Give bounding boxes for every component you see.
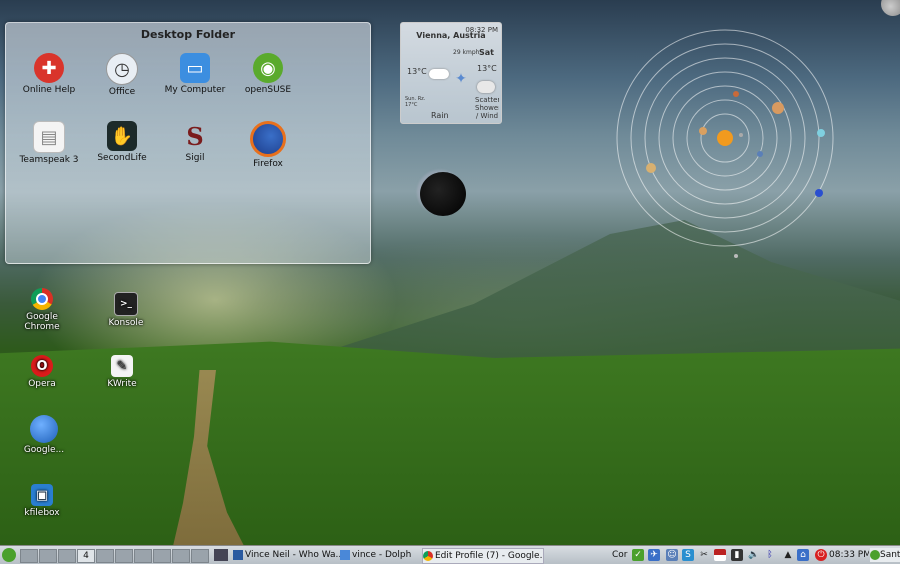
pager-desktop-6[interactable] (115, 549, 133, 563)
weather-sun-info: Sun. Rz. 17°C (405, 96, 426, 108)
pager-desktop-2[interactable] (39, 549, 57, 563)
monitor-icon: ▭ (180, 53, 210, 83)
desktop-icon-konsole[interactable]: >_ Konsole (102, 292, 150, 328)
box-icon: ▣ (31, 484, 53, 506)
desktop-icon-opera[interactable]: O Opera (18, 355, 66, 389)
planet-saturn (646, 163, 656, 173)
rain-cloud-icon (477, 81, 495, 93)
us-flag-icon[interactable] (714, 549, 726, 561)
weather-wind-speed: 29 kmph (453, 49, 480, 56)
weather-city: Vienna, Austria (416, 31, 486, 40)
desktop-folder-widget[interactable]: Desktop Folder ✚ Online Help ◷ Office ▭ … (5, 22, 371, 264)
terminal-icon: >_ (114, 292, 138, 316)
sun-icon (717, 130, 733, 146)
network-icon[interactable]: ✈ (648, 549, 660, 561)
pager-desktop-10[interactable] (191, 549, 209, 563)
firefox-icon (250, 121, 286, 157)
weather-rain-label: Rain (431, 111, 449, 120)
folder-icon-secondlife[interactable]: ✋ SecondLife (84, 121, 160, 163)
task-vince-neil[interactable]: Vince Neil - Who Wa... (233, 548, 345, 562)
pager-desktop-5[interactable] (96, 549, 114, 563)
planet-venus (699, 127, 707, 135)
sigil-icon: S (186, 121, 204, 151)
planet-pluto (734, 254, 738, 258)
clipboard-icon[interactable]: ▮ (731, 549, 743, 561)
planet-earth (757, 151, 763, 157)
folder-icon-opensuse[interactable]: ◉ openSUSE (230, 53, 306, 95)
planet-mercury (739, 133, 743, 137)
weather-temp-forecast: 13°C (477, 64, 497, 73)
folder-icon-firefox[interactable]: Firefox (230, 121, 306, 169)
chrome-icon (31, 288, 53, 310)
pen-icon: ✎ (111, 355, 133, 377)
pager-desktop-9[interactable] (172, 549, 190, 563)
lock-icon[interactable]: ⌂ (797, 549, 809, 561)
chrome-small-icon (423, 550, 433, 561)
skype-icon[interactable]: S (682, 549, 694, 561)
solar-system-widget[interactable] (606, 20, 846, 260)
clock-icon: ◷ (106, 53, 138, 85)
lifebuoy-icon: ✚ (34, 53, 64, 83)
user-icon[interactable]: ☺ (666, 549, 678, 561)
cloud-icon (429, 69, 449, 79)
moon-widget[interactable] (420, 172, 466, 216)
pager-desktop-current[interactable]: 4 (77, 549, 95, 563)
weather-temp-current: 13°C (407, 67, 427, 76)
planet-neptune (815, 189, 823, 197)
weather-widget[interactable]: 08:32 PM Vienna, Austria 29 kmph Sat 13°… (400, 22, 502, 124)
planet-jupiter (772, 102, 784, 114)
tray-expand-icon[interactable]: ▲ (782, 549, 794, 561)
media-player-icon (233, 549, 243, 560)
user-status-icon (870, 549, 880, 560)
tray-santi[interactable]: Santi (870, 548, 900, 562)
desktop-icon-kfilebox[interactable]: ▣ kfilebox (18, 484, 66, 518)
weather-day: Sat (479, 48, 494, 57)
power-icon[interactable]: ⏻ (815, 549, 827, 561)
folder-icon-sigil[interactable]: S Sigil (157, 121, 233, 164)
task-chrome[interactable]: Edit Profile (7) - Google... (422, 548, 544, 564)
folder-icon-office[interactable]: ◷ Office (84, 53, 160, 97)
kickoff-menu-icon[interactable] (2, 548, 16, 562)
scissors-icon[interactable]: ✂ (698, 549, 710, 561)
pager-desktop-3[interactable] (58, 549, 76, 563)
document-icon: ▤ (33, 121, 65, 153)
folder-icon (340, 549, 350, 560)
check-icon[interactable]: ✓ (632, 549, 644, 561)
planet-uranus (817, 129, 825, 137)
opensuse-icon: ◉ (253, 53, 283, 83)
desktop-icon-chrome[interactable]: Google Chrome (18, 288, 66, 332)
volume-icon[interactable]: 🔈 (748, 549, 760, 561)
pager-desktop-7[interactable] (134, 549, 152, 563)
taskbar: 4 Vince Neil - Who Wa... vince - Dolphin… (0, 545, 900, 564)
folder-icon-online-help[interactable]: ✚ Online Help (11, 53, 87, 95)
folder-title: Desktop Folder (140, 28, 236, 41)
weather-condition: Scattered Showers / Wind (475, 96, 499, 120)
pager-desktop-1[interactable] (20, 549, 38, 563)
pager-desktop-8[interactable] (153, 549, 171, 563)
taskbar-clock[interactable]: 08:33 PM (829, 548, 869, 562)
desktop-icon-google-earth[interactable]: Google... (18, 415, 70, 455)
opera-icon: O (31, 355, 53, 377)
folder-icon-teamspeak[interactable]: ▤ Teamspeak 3 (11, 121, 87, 165)
compass-icon: ✦ (455, 71, 467, 87)
folder-icon-my-computer[interactable]: ▭ My Computer (157, 53, 233, 95)
hand-icon: ✋ (107, 121, 137, 151)
planet-mars (733, 91, 739, 97)
desktop-icon-kwrite[interactable]: ✎ KWrite (98, 355, 146, 389)
show-desktop-icon[interactable] (214, 549, 228, 561)
bluetooth-icon[interactable]: ᛒ (764, 549, 776, 561)
earth-icon (30, 415, 58, 443)
task-dolphin[interactable]: vince - Dolphin (340, 548, 412, 562)
